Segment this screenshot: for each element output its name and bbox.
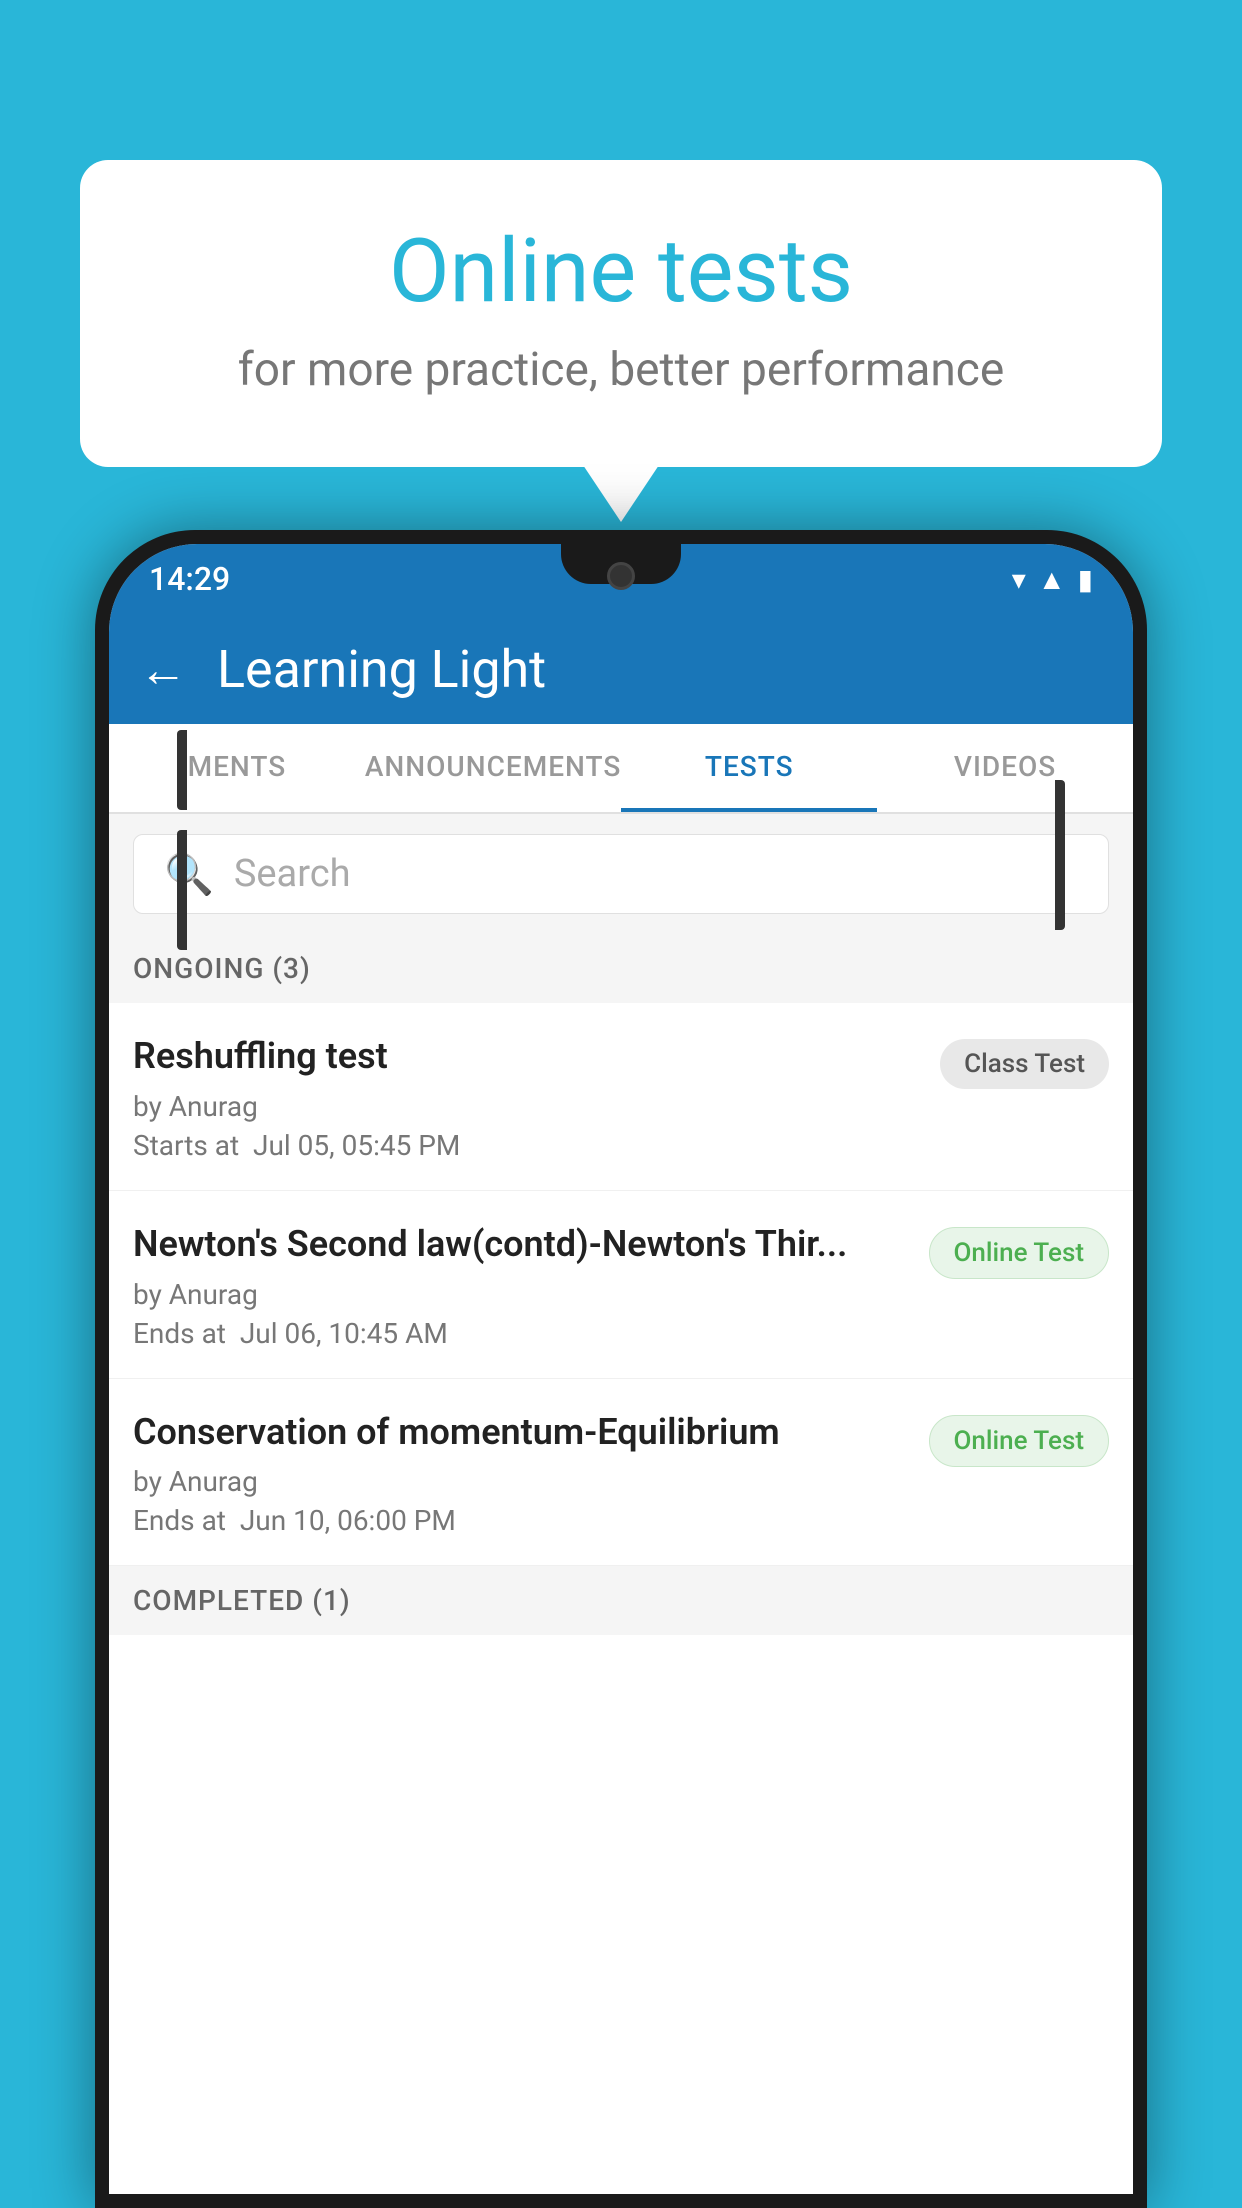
completed-section-label: COMPLETED (1) — [109, 1566, 1133, 1635]
test-list: Reshuffling test by Anurag Starts at Jul… — [109, 1003, 1133, 2194]
test-author: by Anurag — [133, 1090, 920, 1123]
app-bar: ← Learning Light — [109, 614, 1133, 724]
phone-screen: 14:29 ▾ ▲ ▮ ← Learning Light MENTS ANNOU… — [109, 544, 1133, 2194]
front-camera — [607, 562, 635, 590]
signal-icon: ▲ — [1038, 563, 1066, 596]
test-item[interactable]: Conservation of momentum-Equilibrium by … — [109, 1379, 1133, 1567]
phone-notch — [561, 544, 681, 584]
status-time: 14:29 — [149, 560, 230, 598]
test-author: by Anurag — [133, 1465, 909, 1498]
test-badge-class: Class Test — [940, 1039, 1109, 1089]
test-name: Conservation of momentum-Equilibrium — [133, 1409, 909, 1456]
back-button[interactable]: ← — [139, 641, 187, 698]
volume-up-button — [177, 830, 187, 950]
search-placeholder: Search — [234, 852, 351, 896]
battery-icon: ▮ — [1078, 563, 1093, 596]
test-info: Conservation of momentum-Equilibrium by … — [133, 1409, 909, 1538]
volume-down-button — [177, 730, 187, 810]
test-item[interactable]: Reshuffling test by Anurag Starts at Jul… — [109, 1003, 1133, 1191]
search-bar[interactable]: 🔍 Search — [133, 834, 1109, 914]
tab-videos[interactable]: VIDEOS — [877, 724, 1133, 812]
test-info: Newton's Second law(contd)-Newton's Thir… — [133, 1221, 909, 1350]
tab-ments[interactable]: MENTS — [109, 724, 365, 812]
test-info: Reshuffling test by Anurag Starts at Jul… — [133, 1033, 920, 1162]
test-name: Newton's Second law(contd)-Newton's Thir… — [133, 1221, 909, 1268]
tab-tests[interactable]: TESTS — [621, 724, 877, 812]
app-title: Learning Light — [217, 639, 546, 700]
promo-subtitle: for more practice, better performance — [160, 343, 1082, 397]
promo-title: Online tests — [160, 220, 1082, 323]
search-container: 🔍 Search — [109, 814, 1133, 934]
phone-frame: 14:29 ▾ ▲ ▮ ← Learning Light MENTS ANNOU… — [95, 530, 1147, 2208]
test-badge-online: Online Test — [929, 1227, 1110, 1279]
ongoing-section-label: ONGOING (3) — [109, 934, 1133, 1003]
test-date: Ends at Jul 06, 10:45 AM — [133, 1317, 909, 1350]
tabs-bar: MENTS ANNOUNCEMENTS TESTS VIDEOS — [109, 724, 1133, 814]
status-icons: ▾ ▲ ▮ — [1012, 563, 1093, 596]
test-date: Starts at Jul 05, 05:45 PM — [133, 1129, 920, 1162]
test-name: Reshuffling test — [133, 1033, 920, 1080]
test-badge-online: Online Test — [929, 1415, 1110, 1467]
test-item[interactable]: Newton's Second law(contd)-Newton's Thir… — [109, 1191, 1133, 1379]
power-button — [1055, 780, 1065, 930]
search-icon: 🔍 — [164, 851, 214, 898]
wifi-icon: ▾ — [1012, 563, 1026, 596]
test-date: Ends at Jun 10, 06:00 PM — [133, 1504, 909, 1537]
test-author: by Anurag — [133, 1278, 909, 1311]
tab-announcements[interactable]: ANNOUNCEMENTS — [365, 724, 621, 812]
promo-card: Online tests for more practice, better p… — [80, 160, 1162, 467]
